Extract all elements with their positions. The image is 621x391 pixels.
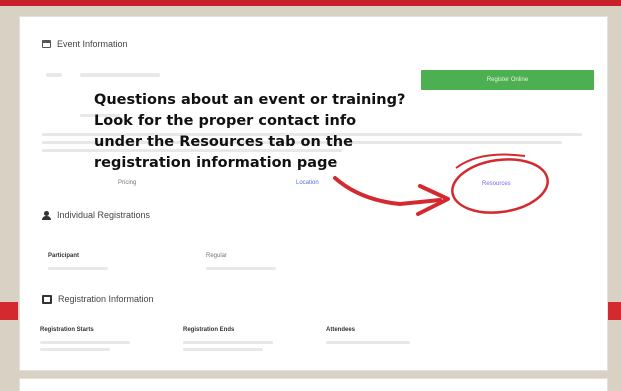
arrow-shaft (333, 176, 442, 207)
annotation-overlay (333, 153, 549, 216)
